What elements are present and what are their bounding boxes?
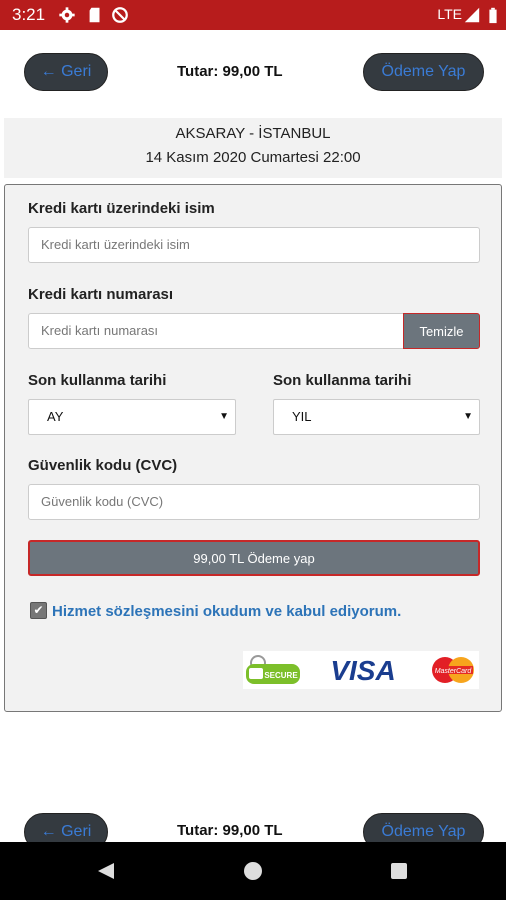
- settings-icon: [59, 7, 75, 23]
- card-number-label: Kredi kartı numarası: [28, 286, 174, 303]
- expiry-year-select[interactable]: YIL ▼: [273, 399, 480, 435]
- network-type: LTE: [437, 6, 462, 22]
- chevron-down-icon: ▼: [219, 411, 229, 422]
- card-number-input[interactable]: Kredi kartı numarası: [28, 313, 404, 349]
- expiry-year-label: Son kullanma tarihi: [273, 372, 412, 389]
- sd-card-icon: [89, 7, 100, 23]
- home-nav-icon[interactable]: [243, 861, 263, 881]
- expiry-month-select[interactable]: AY ▼: [28, 399, 236, 435]
- system-nav-bar: [0, 842, 506, 900]
- expiry-month-value: AY: [47, 409, 64, 424]
- expiry-year-value: YIL: [292, 409, 312, 424]
- secure-badge-logo: SECURE: [246, 655, 300, 684]
- back-button[interactable]: ← Geri: [24, 53, 108, 91]
- card-name-input[interactable]: Kredi kartı üzerindeki isim: [28, 227, 480, 263]
- status-bar: 3:21 LTE: [0, 0, 506, 30]
- svg-text:MasterCard: MasterCard: [435, 668, 473, 675]
- total-amount: Tutar: 99,00 TL: [177, 63, 283, 80]
- payment-form: [4, 184, 502, 712]
- chevron-down-icon: ▼: [463, 411, 473, 422]
- footer-total-amount: Tutar: 99,00 TL: [177, 822, 283, 839]
- status-time: 3:21: [12, 5, 46, 24]
- pay-button[interactable]: Ödeme Yap: [363, 53, 484, 91]
- mastercard-logo: MasterCard: [432, 657, 474, 683]
- payment-logos: SECURE VISA MasterCard: [243, 651, 479, 689]
- expiry-month-label: Son kullanma tarihi: [28, 372, 167, 389]
- battery-icon: [489, 7, 497, 24]
- card-name-label: Kredi kartı üzerindeki isim: [28, 200, 215, 217]
- clear-button[interactable]: Temizle: [403, 313, 480, 349]
- trip-info: AKSARAY - İSTANBUL 14 Kasım 2020 Cumarte…: [4, 118, 502, 178]
- recents-nav-icon[interactable]: [390, 862, 408, 880]
- back-nav-icon[interactable]: [96, 861, 116, 881]
- terms-link[interactable]: Hizmet sözleşmesini okudum ve kabul ediy…: [52, 603, 401, 620]
- do-not-disturb-icon: [112, 7, 128, 23]
- cvc-input[interactable]: Güvenlik kodu (CVC): [28, 484, 480, 520]
- trip-datetime: 14 Kasım 2020 Cumartesi 22:00: [145, 149, 361, 166]
- cvc-label: Güvenlik kodu (CVC): [28, 457, 178, 474]
- submit-payment-button[interactable]: 99,00 TL Ödeme yap: [28, 540, 480, 576]
- signal-icon: [464, 7, 480, 23]
- svg-text:SECURE: SECURE: [264, 671, 298, 680]
- terms-checkbox[interactable]: ✔: [30, 602, 47, 619]
- visa-logo: VISA: [330, 655, 395, 686]
- svg-text:VISA: VISA: [330, 655, 395, 686]
- trip-route: AKSARAY - İSTANBUL: [175, 125, 331, 142]
